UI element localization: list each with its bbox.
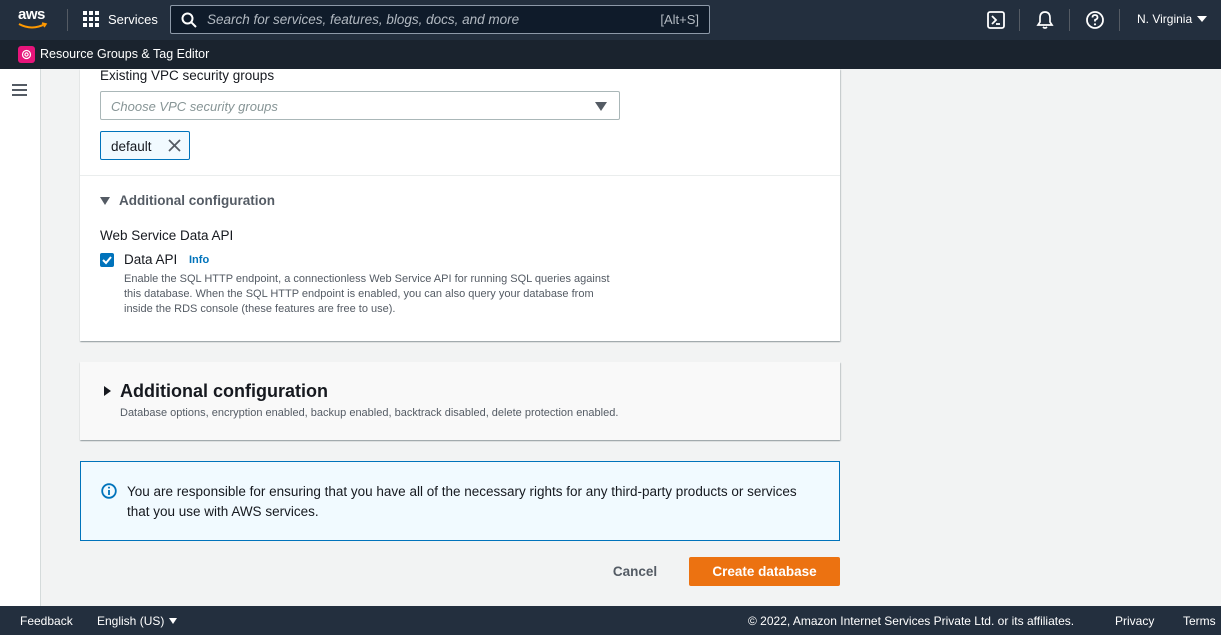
region-label: N. Virginia (1137, 12, 1193, 26)
bell-icon[interactable] (1035, 10, 1055, 30)
expander-title: Additional configuration (119, 193, 275, 208)
terms-link[interactable]: Terms (1183, 614, 1216, 628)
cloudshell-icon[interactable] (986, 10, 1006, 30)
nav-divider (1019, 9, 1020, 31)
favorite-service-link[interactable]: Resource Groups & Tag Editor (40, 47, 209, 61)
aws-logo-text: aws (18, 6, 45, 23)
copyright-text: © 2022, Amazon Internet Services Private… (748, 614, 1075, 628)
additional-configuration-description: Database options, encryption enabled, ba… (120, 407, 619, 419)
security-group-token: default (100, 131, 190, 160)
services-label: Services (108, 11, 158, 27)
dropdown-caret-icon (595, 102, 607, 111)
additional-configuration-title[interactable]: Additional configuration (120, 381, 328, 402)
menu-icon[interactable] (12, 84, 27, 96)
nav-divider (1069, 9, 1070, 31)
info-icon (101, 483, 117, 499)
create-database-button[interactable]: Create database (689, 557, 840, 586)
caret-down-icon (169, 618, 178, 624)
data-api-label[interactable]: Data API (124, 252, 177, 267)
additional-config-expander[interactable]: Additional configuration (100, 193, 275, 208)
aws-smile-icon (18, 22, 48, 29)
expanded-caret-icon (100, 196, 110, 205)
aws-logo[interactable]: aws (18, 6, 50, 32)
info-link[interactable]: Info (189, 254, 209, 266)
region-selector[interactable]: N. Virginia (1137, 12, 1208, 26)
search-placeholder: Search for services, features, blogs, do… (207, 12, 520, 27)
data-api-description: Enable the SQL HTTP endpoint, a connecti… (124, 273, 610, 315)
nav-divider (67, 9, 68, 31)
feedback-link[interactable]: Feedback (20, 614, 73, 628)
security-groups-placeholder: Choose VPC security groups (111, 99, 278, 114)
security-groups-label: Existing VPC security groups (100, 68, 275, 83)
web-service-data-api-label: Web Service Data API (100, 228, 234, 243)
side-navigation-rail (0, 69, 41, 606)
section-divider (80, 175, 840, 176)
search-input[interactable]: Search for services, features, blogs, do… (170, 5, 710, 34)
language-selector[interactable]: English (US) (97, 614, 178, 628)
search-icon (181, 12, 197, 28)
alert-message: You are responsible for ensuring that yo… (127, 484, 797, 519)
collapsed-caret-icon[interactable] (104, 386, 111, 396)
checkmark-icon (102, 256, 112, 265)
caret-down-icon (1197, 16, 1208, 22)
data-api-checkbox[interactable] (100, 253, 114, 267)
token-label: default (111, 139, 152, 154)
remove-token-icon[interactable] (167, 138, 182, 153)
search-shortcut: [Alt+S] (660, 12, 699, 27)
grid-icon (83, 11, 99, 27)
resource-groups-icon[interactable] (18, 46, 35, 63)
security-groups-select[interactable]: Choose VPC security groups (100, 91, 620, 120)
language-label: English (US) (97, 614, 165, 628)
privacy-link[interactable]: Privacy (1115, 614, 1154, 628)
cancel-button[interactable]: Cancel (600, 557, 670, 586)
nav-divider (1119, 9, 1120, 31)
services-menu-button[interactable]: Services (83, 11, 158, 27)
help-icon[interactable] (1085, 10, 1105, 30)
